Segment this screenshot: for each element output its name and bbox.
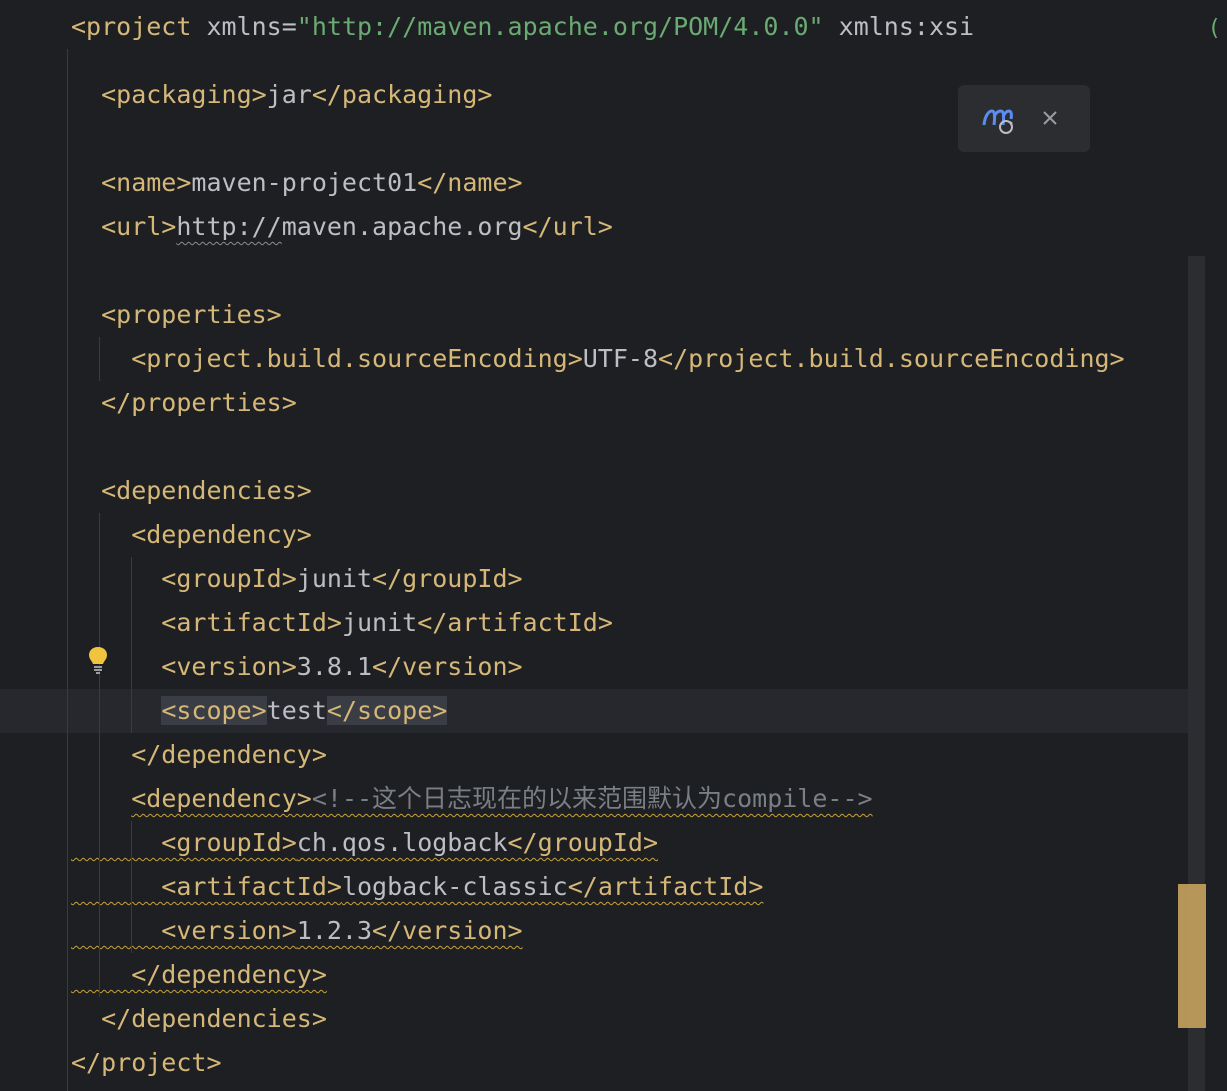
code-token: http:// xyxy=(176,212,282,241)
code-line[interactable]: </dependency> xyxy=(0,733,1205,777)
code-token: junit xyxy=(341,608,418,637)
code-token: <packaging> xyxy=(71,80,267,109)
code-line[interactable]: <project xmlns="http://maven.apache.org/… xyxy=(0,5,1205,49)
code-editor[interactable]: <project xmlns="http://maven.apache.org/… xyxy=(0,0,1205,1091)
code-token: maven-project01 xyxy=(191,168,418,197)
code-line-current[interactable]: <scope>test</scope> xyxy=(0,689,1205,733)
code-token: junit xyxy=(296,564,373,593)
code-line[interactable] xyxy=(0,425,1205,469)
code-token: </artifactId> xyxy=(567,872,764,901)
code-token: UTF-8 xyxy=(582,344,659,373)
code-token: <groupId> xyxy=(71,564,297,593)
code-token: logback-classic xyxy=(341,872,568,901)
code-token: <properties> xyxy=(71,300,282,329)
code-token: </dependency> xyxy=(71,960,327,989)
code-line[interactable]: <url>http://maven.apache.org</url> xyxy=(0,205,1205,249)
code-token: <scope> xyxy=(161,696,267,725)
code-token: <!--这个日志现在的以来范围默认为compile--> xyxy=(311,784,873,813)
indent-guide xyxy=(67,40,68,1091)
code-token: </groupId> xyxy=(372,564,523,593)
code-token: </scope> xyxy=(326,696,448,725)
code-token: </name> xyxy=(417,168,523,197)
code-token: </dependency> xyxy=(71,740,327,769)
code-token: ch.qos.logback xyxy=(296,828,508,857)
code-token: = xyxy=(281,12,297,41)
code-token: <artifactId> xyxy=(71,872,342,901)
maven-reload-icon[interactable] xyxy=(982,103,1016,135)
code-line[interactable]: </properties> xyxy=(0,381,1205,425)
code-token: <project.build.sourceEncoding> xyxy=(71,344,583,373)
code-token: </packaging> xyxy=(311,80,493,109)
code-token: xmlns:xsi xyxy=(823,12,975,41)
code-token: <artifactId> xyxy=(71,608,342,637)
code-line[interactable] xyxy=(0,249,1205,293)
indent-guide xyxy=(131,557,132,733)
code-line[interactable]: <properties> xyxy=(0,293,1205,337)
code-line[interactable]: <version>3.8.1</version> xyxy=(0,645,1205,689)
code-token: </properties> xyxy=(71,388,297,417)
code-token: <url> xyxy=(71,212,177,241)
inspection-more: ( xyxy=(1210,15,1219,41)
code-token: 3.8.1 xyxy=(296,652,373,681)
code-token: <dependency> xyxy=(71,520,312,549)
warning-scroll-marker[interactable] xyxy=(1178,884,1206,1028)
code-line[interactable]: <dependency><!--这个日志现在的以来范围默认为compile--> xyxy=(0,777,1205,821)
code-token: "http://maven.apache.org/POM/4.0.0" xyxy=(296,12,824,41)
code-line[interactable]: <groupId>ch.qos.logback</groupId> xyxy=(0,821,1205,865)
code-token: </dependencies> xyxy=(71,1004,327,1033)
indent-guide xyxy=(99,513,100,997)
code-token: jar xyxy=(266,80,312,109)
indent-guide xyxy=(131,821,132,953)
code-token: <version> xyxy=(71,916,297,945)
code-line[interactable]: <groupId>junit</groupId> xyxy=(0,557,1205,601)
code-line[interactable]: <version>1.2.3</version> xyxy=(0,909,1205,953)
code-line[interactable]: </dependencies> xyxy=(0,997,1205,1041)
code-token: </groupId> xyxy=(507,828,659,857)
code-token: xmlns xyxy=(206,12,282,41)
code-token: </artifactId> xyxy=(417,608,613,637)
indent-guide xyxy=(99,337,100,381)
lightbulb-icon[interactable] xyxy=(86,645,110,675)
code-token: maven.apache.org xyxy=(281,212,523,241)
code-token: <dependencies> xyxy=(71,476,312,505)
code-token: </project> xyxy=(71,1048,222,1077)
code-token: 1.2.3 xyxy=(296,916,373,945)
code-token: test xyxy=(266,696,327,725)
editor-right-margin xyxy=(1205,0,1227,1091)
code-token: </url> xyxy=(522,212,613,241)
maven-reload-popup xyxy=(958,85,1090,152)
code-line[interactable]: <project.build.sourceEncoding>UTF-8</pro… xyxy=(0,337,1205,381)
code-token: <name> xyxy=(71,168,192,197)
code-token: <project xyxy=(71,12,207,41)
code-line[interactable]: <dependencies> xyxy=(0,469,1205,513)
code-line[interactable]: <artifactId>junit</artifactId> xyxy=(0,601,1205,645)
code-token: </project.build.sourceEncoding> xyxy=(658,344,1125,373)
code-line[interactable]: </dependency> xyxy=(0,953,1205,997)
code-token: <groupId> xyxy=(71,828,297,857)
code-line[interactable]: <dependency> xyxy=(0,513,1205,557)
code-line[interactable]: </project> xyxy=(0,1041,1205,1085)
code-token: </version> xyxy=(372,652,523,681)
code-line[interactable]: <artifactId>logback-classic</artifactId> xyxy=(0,865,1205,909)
code-token: </version> xyxy=(372,916,523,945)
close-icon[interactable] xyxy=(1041,109,1059,127)
code-token: <dependency> xyxy=(131,784,312,813)
code-line[interactable]: <name>maven-project01</name> xyxy=(0,161,1205,205)
